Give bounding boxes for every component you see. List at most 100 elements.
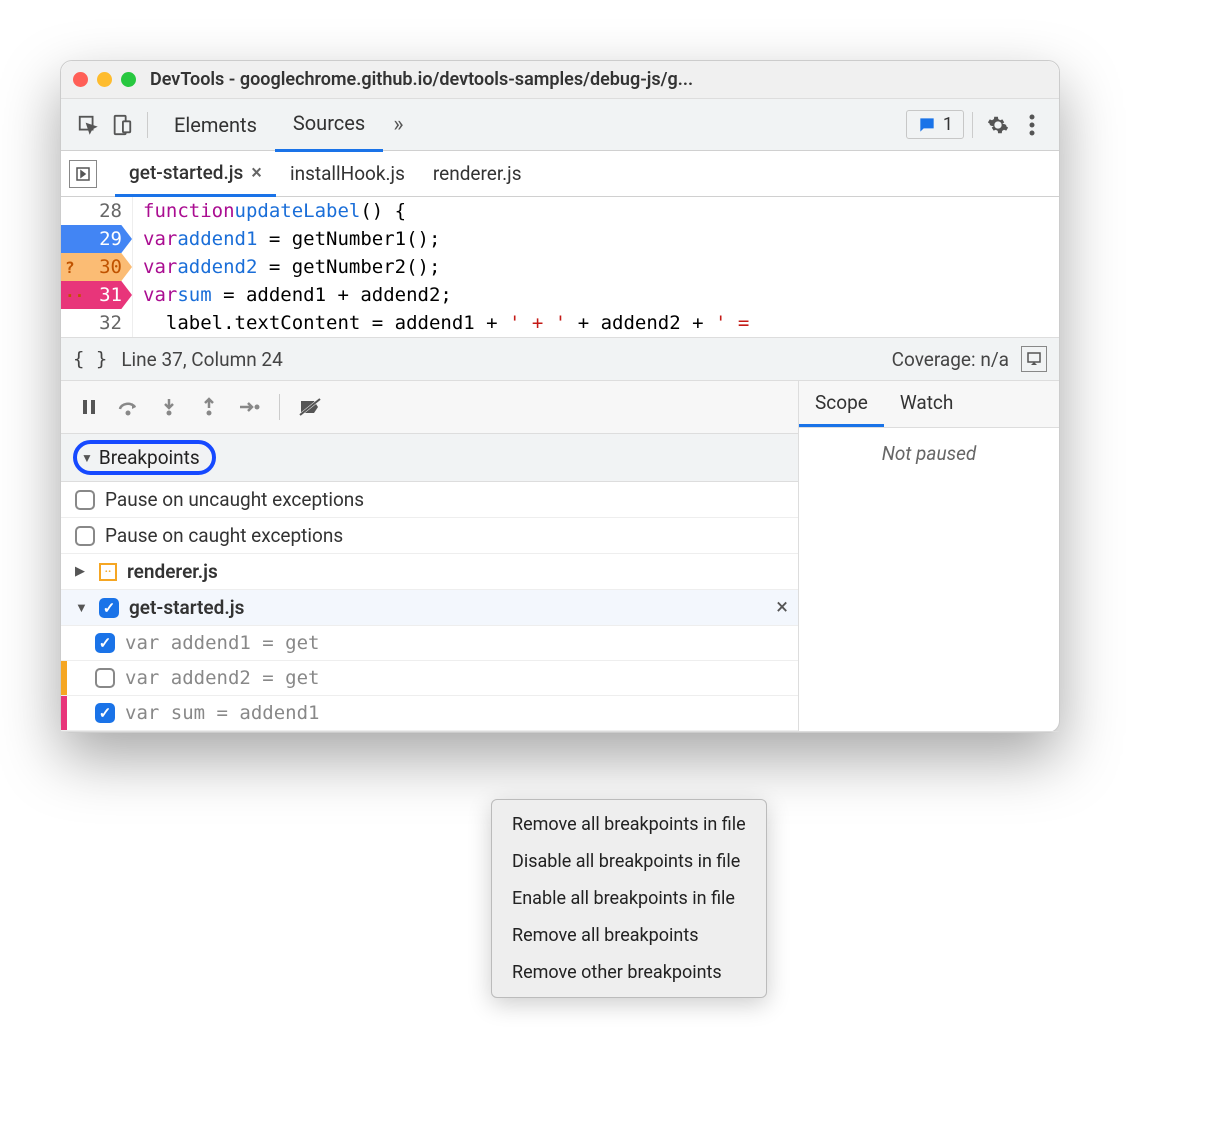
right-panel: Scope Watch Not paused <box>799 381 1059 731</box>
cursor-position: Line 37, Column 24 <box>121 348 282 371</box>
breakpoints-label: Breakpoints <box>99 446 200 469</box>
step-over-icon[interactable] <box>111 389 147 425</box>
stripe-marker <box>61 696 67 730</box>
menu-remove-other[interactable]: Remove other breakpoints <box>492 954 766 991</box>
checkbox[interactable] <box>95 633 115 653</box>
deactivate-breakpoints-icon[interactable] <box>292 389 328 425</box>
breakpoint-item[interactable]: var addend1 = get <box>61 626 798 661</box>
file-label: get-started.js <box>129 596 244 619</box>
tab-sources[interactable]: Sources <box>275 97 383 152</box>
breakpoints-highlight: ▼ Breakpoints <box>73 440 216 475</box>
file-tab-get-started[interactable]: get-started.js × <box>115 150 276 197</box>
maximize-window-button[interactable] <box>121 72 136 87</box>
code-line[interactable]: 29 var addend1 = getNumber1(); <box>61 225 1059 253</box>
tab-elements[interactable]: Elements <box>156 99 275 151</box>
menu-disable-all-in-file[interactable]: Disable all breakpoints in file <box>492 843 766 880</box>
breakpoint-mark-icon: ? <box>65 258 75 277</box>
gear-icon[interactable] <box>981 108 1015 142</box>
breakpoint-text: var addend2 = get <box>125 667 319 689</box>
more-tabs-icon[interactable]: » <box>383 112 413 137</box>
code-text: function updateLabel() { <box>133 197 406 225</box>
chevron-right-icon[interactable]: ▶ <box>75 564 89 579</box>
line-number-gutter[interactable]: ? 30 <box>61 253 133 281</box>
navigator-toggle-icon[interactable] <box>69 160 97 188</box>
close-window-button[interactable] <box>73 72 88 87</box>
code-line[interactable]: ? 30 var addend2 = getNumber2(); <box>61 253 1059 281</box>
file-tab-label: get-started.js <box>129 161 243 184</box>
divider <box>279 394 280 420</box>
line-number-gutter[interactable]: 32 <box>61 309 133 337</box>
file-group-renderer[interactable]: ▶ ·· renderer.js <box>61 554 798 590</box>
menu-enable-all-in-file[interactable]: Enable all breakpoints in file <box>492 880 766 917</box>
line-number: 29 <box>99 228 122 250</box>
inspect-icon[interactable] <box>71 108 105 142</box>
pause-caught-row[interactable]: Pause on caught exceptions <box>61 518 798 554</box>
breakpoint-text: var sum = addend1 <box>125 702 319 724</box>
tab-watch[interactable]: Watch <box>884 381 970 427</box>
right-tabs: Scope Watch <box>799 381 1059 428</box>
traffic-lights <box>73 72 136 87</box>
file-tab-renderer[interactable]: renderer.js <box>419 152 536 195</box>
code-text: var addend2 = getNumber2(); <box>133 253 440 281</box>
code-line[interactable]: 28 function updateLabel() { <box>61 197 1059 225</box>
feedback-button[interactable]: 1 <box>906 110 964 139</box>
code-text: label.textContent = addend1 + ' + ' + ad… <box>133 309 749 337</box>
file-group-get-started[interactable]: ▼ get-started.js × <box>61 590 798 626</box>
checkbox[interactable] <box>95 703 115 723</box>
checkbox[interactable] <box>99 598 119 618</box>
remove-group-icon[interactable]: × <box>776 595 788 620</box>
code-text: var sum = addend1 + addend2; <box>133 281 452 309</box>
file-tab-installhook[interactable]: installHook.js <box>276 152 419 195</box>
code-line[interactable]: 32 label.textContent = addend1 + ' + ' +… <box>61 309 1059 337</box>
minimize-window-button[interactable] <box>97 72 112 87</box>
chevron-down-icon: ▼ <box>81 451 93 465</box>
row-label: Pause on uncaught exceptions <box>105 488 364 511</box>
menu-remove-all-in-file[interactable]: Remove all breakpoints in file <box>492 806 766 843</box>
debug-toolbar <box>61 381 798 433</box>
stripe-marker <box>61 661 67 695</box>
pause-uncaught-row[interactable]: Pause on uncaught exceptions <box>61 482 798 518</box>
breakpoint-item[interactable]: var addend2 = get <box>61 661 798 696</box>
line-number: 32 <box>99 312 122 334</box>
tab-scope[interactable]: Scope <box>799 381 884 427</box>
breakpoint-text: var addend1 = get <box>125 632 319 654</box>
close-tab-icon[interactable]: × <box>251 160 262 184</box>
breakpoint-item[interactable]: var sum = addend1 <box>61 696 798 731</box>
debugger-area: ▼ Breakpoints Pause on uncaught exceptio… <box>61 381 1059 732</box>
checkbox[interactable] <box>75 526 95 546</box>
divider <box>147 112 148 138</box>
coverage-status: Coverage: n/a <box>892 348 1009 371</box>
not-paused-message: Not paused <box>799 428 1059 479</box>
step-icon[interactable] <box>231 389 267 425</box>
divider <box>972 112 973 138</box>
breakpoint-mark-icon: ·· <box>65 286 84 305</box>
step-into-icon[interactable] <box>151 389 187 425</box>
code-line[interactable]: ·· 31 var sum = addend1 + addend2; <box>61 281 1059 309</box>
checkbox[interactable] <box>75 490 95 510</box>
file-tabs: get-started.js × installHook.js renderer… <box>61 151 1059 197</box>
line-number-gutter[interactable]: 29 <box>61 225 133 253</box>
step-out-icon[interactable] <box>191 389 227 425</box>
pause-icon[interactable] <box>71 389 107 425</box>
line-number: 31 <box>99 284 122 306</box>
menu-remove-all[interactable]: Remove all breakpoints <box>492 917 766 954</box>
kebab-menu-icon[interactable] <box>1015 108 1049 142</box>
breakpoints-section-header[interactable]: ▼ Breakpoints <box>61 433 798 482</box>
context-menu: Remove all breakpoints in file Disable a… <box>491 799 767 998</box>
coverage-toggle-icon[interactable] <box>1021 346 1047 372</box>
feedback-count: 1 <box>943 114 953 135</box>
pretty-print-icon[interactable]: { } <box>73 348 107 370</box>
device-toggle-icon[interactable] <box>105 108 139 142</box>
breakpoints-list: Pause on uncaught exceptions Pause on ca… <box>61 482 798 731</box>
code-text: var addend1 = getNumber1(); <box>133 225 440 253</box>
file-tab-label: renderer.js <box>433 162 522 185</box>
line-number-gutter[interactable]: ·· 31 <box>61 281 133 309</box>
row-label: Pause on caught exceptions <box>105 524 343 547</box>
code-editor[interactable]: 28function updateLabel() {29 var addend1… <box>61 197 1059 337</box>
checkbox[interactable] <box>95 668 115 688</box>
line-number-gutter[interactable]: 28 <box>61 197 133 225</box>
line-number: 30 <box>99 256 122 278</box>
status-bar: { } Line 37, Column 24 Coverage: n/a <box>61 337 1059 381</box>
line-number: 28 <box>99 200 122 222</box>
chevron-down-icon[interactable]: ▼ <box>75 600 89 616</box>
